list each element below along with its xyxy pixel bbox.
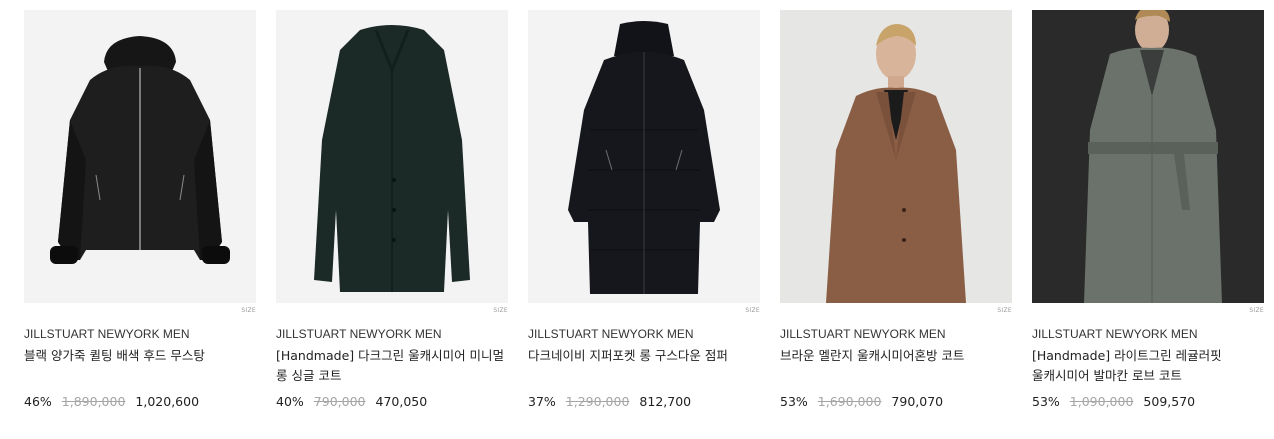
sale-price: 1,020,600 [135,394,200,409]
product-brand: JILLSTUART NEWYORK MEN [780,327,946,341]
product-image[interactable] [1032,10,1264,303]
discount-rate: 53% [1032,394,1060,409]
product-card[interactable]: SIZE JILLSTUART NEWYORK MEN 다크네이비 지퍼포켓 롱… [528,10,760,411]
product-card[interactable]: SIZE JILLSTUART NEWYORK MEN [Handmade] 라… [1032,10,1264,411]
original-price: 1,890,000 [61,394,126,409]
product-brand: JILLSTUART NEWYORK MEN [1032,327,1198,341]
brown-melange-coat-model-icon [826,24,966,303]
sale-price: 790,070 [891,394,944,409]
product-image[interactable] [24,10,256,303]
product-card[interactable]: SIZE JILLSTUART NEWYORK MEN [Handmade] 다… [276,10,508,411]
discount-rate: 37% [528,394,556,409]
original-price: 1,290,000 [565,394,630,409]
black-hooded-shearling-jacket-icon [50,36,230,264]
size-tag[interactable]: SIZE [997,307,1012,314]
product-card[interactable]: SIZE JILLSTUART NEWYORK MEN 블랙 양가죽 퀼팅 배색… [24,10,256,411]
original-price: 1,090,000 [1069,394,1134,409]
light-green-robe-coat-model-icon [1084,10,1222,303]
discount-rate: 46% [24,394,52,409]
sale-price: 509,570 [1143,394,1196,409]
size-tag[interactable]: SIZE [241,307,256,314]
product-name[interactable]: [Handmade] 라이트그린 레귤러핏 울캐시미어 발마칸 로브 코트 [1032,346,1264,386]
product-name[interactable]: 블랙 양가죽 퀼팅 배색 후드 무스탕 [24,346,256,386]
product-brand: JILLSTUART NEWYORK MEN [276,327,442,341]
size-tag[interactable]: SIZE [1249,307,1264,314]
product-card[interactable]: SIZE JILLSTUART NEWYORK MEN 브라운 멜란지 울캐시미… [780,10,1012,411]
product-name[interactable]: [Handmade] 다크그린 울캐시미어 미니멀 롱 싱글 코트 [276,346,508,386]
price-row: 40% 790,000 470,050 [276,393,508,411]
price-row: 37% 1,290,000 812,700 [528,393,760,411]
product-name[interactable]: 다크네이비 지퍼포켓 롱 구스다운 점퍼 [528,346,760,386]
size-tag[interactable]: SIZE [493,307,508,314]
sale-price: 812,700 [639,394,692,409]
discount-rate: 53% [780,394,808,409]
product-name[interactable]: 브라운 멜란지 울캐시미어혼방 코트 [780,346,1012,386]
dark-green-long-coat-icon [314,25,470,292]
price-row: 53% 1,090,000 509,570 [1032,393,1264,411]
size-tag[interactable]: SIZE [745,307,760,314]
price-row: 46% 1,890,000 1,020,600 [24,393,256,411]
original-price: 790,000 [313,394,366,409]
discount-rate: 40% [276,394,304,409]
product-image[interactable] [528,10,760,303]
original-price: 1,690,000 [817,394,882,409]
sale-price: 470,050 [375,394,428,409]
product-brand: JILLSTUART NEWYORK MEN [528,327,694,341]
product-brand: JILLSTUART NEWYORK MEN [24,327,190,341]
product-image[interactable] [276,10,508,303]
price-row: 53% 1,690,000 790,070 [780,393,1012,411]
product-image[interactable] [780,10,1012,303]
product-grid: SIZE JILLSTUART NEWYORK MEN 블랙 양가죽 퀼팅 배색… [24,10,1264,411]
navy-long-down-jumper-icon [568,21,720,294]
